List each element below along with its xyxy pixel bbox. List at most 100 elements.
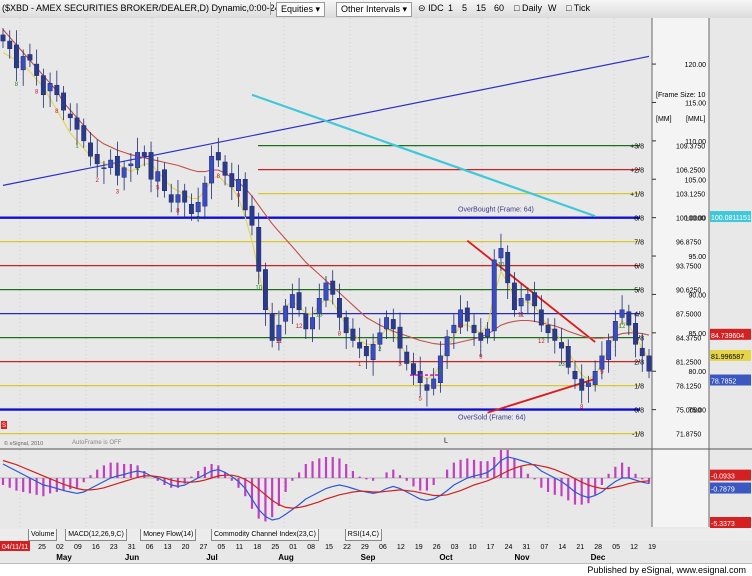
study-tab[interactable]: RSI(14,C) (344, 529, 382, 541)
day-tick-label: 23 (110, 544, 118, 551)
candle (202, 182, 208, 207)
candle (229, 173, 235, 188)
day-tick-label: 08 (307, 544, 315, 551)
candle (101, 167, 107, 169)
mm-line-label: 7/8 (634, 240, 644, 247)
candle (559, 342, 564, 349)
candle (27, 54, 33, 61)
day-tick-label: 31 (128, 544, 136, 551)
day-tick-label: 10 (469, 544, 477, 551)
candle (40, 75, 46, 96)
mm-line-value: 103.1250 (676, 192, 705, 199)
count-label: 12 (296, 324, 303, 330)
candle (128, 163, 134, 167)
y-tick-label: 90.00 (688, 292, 706, 299)
candle (397, 326, 403, 349)
day-tick-label: 25 (271, 544, 279, 551)
candle (195, 202, 201, 213)
candle (390, 319, 396, 330)
month-label: Nov (514, 553, 530, 562)
candle (404, 351, 410, 364)
candle (0, 34, 6, 42)
candle (94, 154, 100, 165)
y-tick-label: 80.00 (688, 369, 706, 376)
candle (81, 125, 87, 142)
mm-line-value: 87.5000 (676, 312, 701, 319)
candle (74, 117, 80, 130)
mm-line-value: 81.2500 (676, 360, 701, 367)
price-chart[interactable]: +3/8 109.3750+2/8 106.2500+1/8 103.12508/8 1… (0, 0, 752, 529)
y-tick-label: 75.00 (688, 408, 706, 415)
day-tick-label: 29 (361, 544, 369, 551)
candle (155, 171, 161, 182)
candle (67, 113, 73, 119)
candle (283, 305, 289, 322)
candle (310, 317, 315, 330)
study-tab[interactable]: Volume (28, 529, 58, 541)
candle (411, 363, 416, 376)
candle (148, 152, 154, 180)
candle (296, 292, 302, 311)
mm-line-label: 0/8 (634, 408, 644, 415)
candle (451, 324, 457, 334)
month-label: Aug (278, 553, 294, 562)
candle (357, 342, 363, 349)
price-marker-yellow: 81.996587 (711, 354, 744, 361)
study-tab[interactable]: Commodity Channel Index(23,C) (211, 529, 319, 541)
footer: Published by eSignal, www.esignal.com (0, 563, 752, 576)
day-tick-label: 20 (182, 544, 190, 551)
candle (108, 159, 114, 168)
candle (175, 194, 181, 203)
mm-line-value: 106.2500 (676, 168, 705, 175)
candle (532, 292, 538, 307)
mm-line-label: +3/8 (630, 144, 644, 151)
candle (168, 194, 174, 203)
candle (384, 317, 390, 330)
day-tick-label: 07 (540, 544, 548, 551)
candle (323, 282, 329, 301)
overbought-label: OverBought (Frame: 64) (458, 207, 534, 214)
price-marker-red: 84.739604 (711, 333, 744, 340)
study-tab[interactable]: Money Flow(14) (140, 529, 197, 541)
candle (464, 307, 470, 322)
mm-line-value: 96.8750 (676, 240, 701, 247)
oversold-label: OverSold (Frame: 64) (458, 415, 526, 422)
mm-line-label: +1/8 (630, 192, 644, 199)
candle (585, 382, 591, 387)
y-tick-label: 115.00 (685, 100, 706, 107)
month-label: Dec (591, 553, 606, 562)
candle (249, 205, 255, 226)
candle (215, 152, 221, 161)
candle (525, 294, 531, 301)
mm-line-label: 1/8 (634, 384, 644, 391)
month-label: Sep (361, 553, 376, 562)
candle (20, 56, 26, 71)
day-tick-label: 25 (38, 544, 46, 551)
day-tick-label: 24 (505, 544, 513, 551)
candle (579, 378, 585, 391)
candle (518, 298, 524, 307)
candle (646, 355, 652, 372)
candle (572, 370, 578, 380)
candle (471, 324, 477, 334)
candle (626, 311, 632, 326)
month-label: Oct (439, 553, 453, 562)
candle (565, 346, 571, 368)
candle (61, 92, 67, 111)
day-tick-label: 15 (325, 544, 333, 551)
candle (431, 378, 437, 389)
mm-line-label: +2/8 (630, 168, 644, 175)
study-tab[interactable]: MACD(12,26,9,C) (65, 529, 127, 541)
mm-line-label: 6/8 (634, 264, 644, 271)
day-tick-label: 13 (164, 544, 172, 551)
candle (222, 161, 228, 176)
mm-line-label: -1/8 (632, 432, 644, 439)
candle (552, 328, 558, 341)
candle (7, 40, 13, 49)
month-label: Jun (125, 553, 139, 562)
day-tick-label: 06 (379, 544, 387, 551)
day-tick-label: 19 (648, 544, 656, 551)
candle (592, 370, 598, 385)
day-tick-label: 02 (56, 544, 64, 551)
candle (619, 309, 625, 318)
